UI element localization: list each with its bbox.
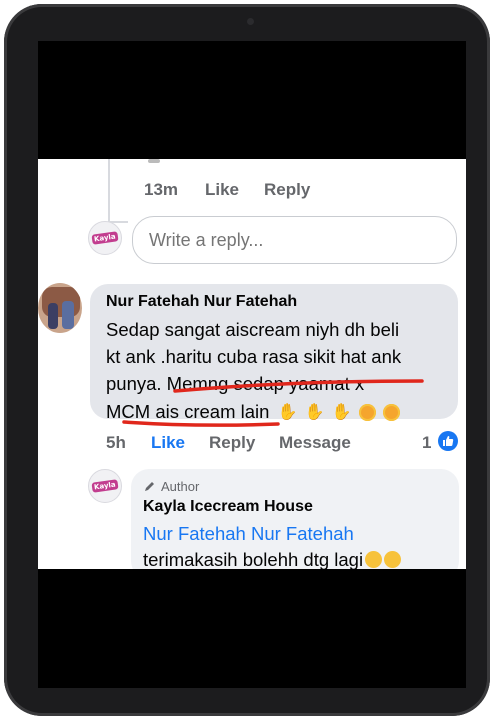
reply-author[interactable]: Kayla Icecream House [143, 498, 313, 516]
comments-panel: 13m Like Reply Kayla Nur Fatehah Nur Fat… [38, 159, 466, 569]
reply-text-line: terimakasih bolehh dtg lagi [143, 546, 403, 569]
red-underline-annotation [122, 379, 424, 427]
reaction-count[interactable]: 1 [422, 433, 431, 453]
page-avatar: Kayla [88, 469, 122, 503]
reply-button[interactable]: Reply [209, 433, 255, 453]
pencil-icon [145, 482, 154, 491]
reply-text: terimakasih bolehh dtg lagi [143, 549, 364, 569]
like-reaction-icon[interactable] [438, 431, 458, 451]
like-button[interactable]: Like [151, 433, 185, 453]
author-reply-bubble: Author Kayla Icecream House Nur Fatehah … [131, 469, 459, 569]
front-camera [247, 18, 254, 25]
mention-link[interactable]: Nur Fatehah Nur Fatehah [143, 520, 354, 547]
screen: 13m Like Reply Kayla Nur Fatehah Nur Fat… [38, 41, 466, 688]
tablet-frame: 13m Like Reply Kayla Nur Fatehah Nur Fat… [4, 4, 490, 716]
hugging-face-emoji [365, 551, 383, 568]
hugging-face-emoji [384, 551, 402, 568]
author-badge-label: Author [161, 479, 200, 494]
message-button[interactable]: Message [279, 433, 351, 453]
brand-logo: Kayla [91, 479, 119, 493]
comment-time: 5h [106, 433, 126, 452]
author-badge: Author [143, 479, 199, 494]
